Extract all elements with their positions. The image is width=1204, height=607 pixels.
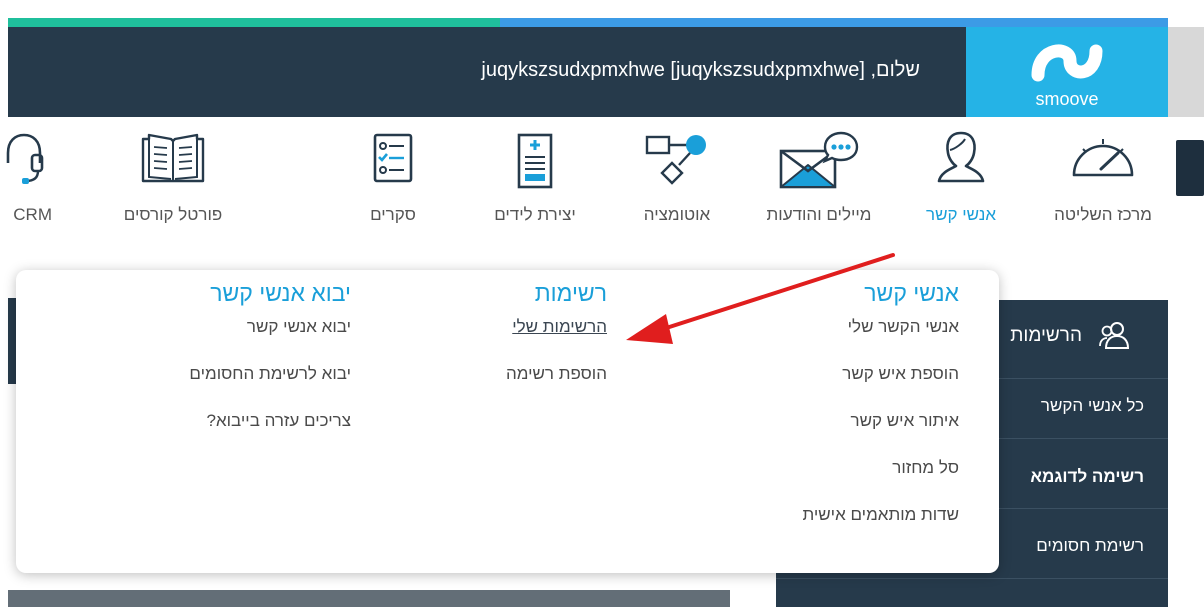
annotation-arrow-icon — [626, 253, 895, 344]
app-screen: שלום, juqykszsudxpmxhwe [juqykszsudxpmxh… — [0, 0, 1204, 607]
